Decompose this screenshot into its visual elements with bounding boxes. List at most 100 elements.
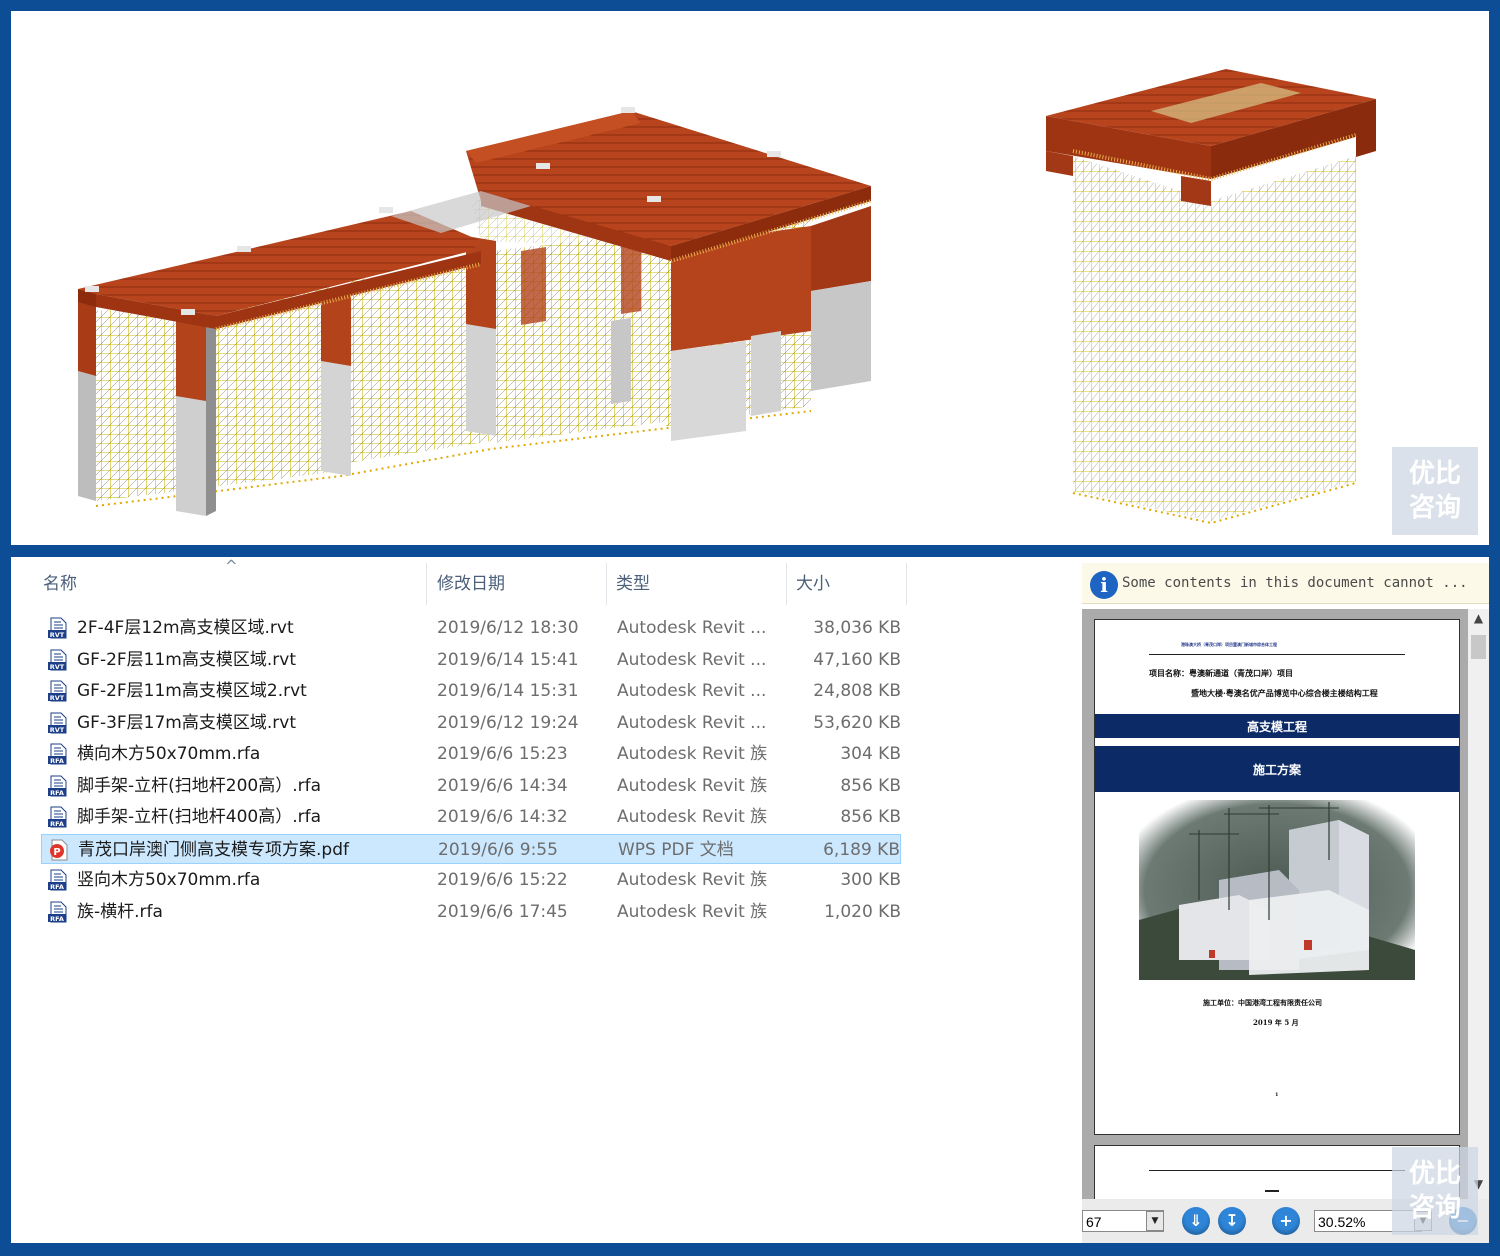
- file-type: Autodesk Revit ...: [617, 712, 767, 733]
- file-row[interactable]: RFA 竖向木方50x70mm.rfa 2019/6/6 15:22 Autodesk…: [41, 865, 901, 895]
- svg-text:RFA: RFA: [50, 820, 64, 828]
- page-project-line2: 暨地大楼·粤澳名优产品博览中心综合楼主楼结构工程: [1191, 688, 1378, 698]
- file-row[interactable]: RFA 族-横杆.rfa 2019/6/6 17:45 Autodesk Revit …: [41, 897, 901, 927]
- revit-family-file-icon: RFA: [47, 775, 69, 797]
- file-size: 38,036 KB: [813, 618, 901, 638]
- file-name: 2F-4F层12m高支模区域.rvt: [77, 618, 294, 638]
- file-list: ^ 名称 修改日期 类型 大小 RVT 2F-4F层12m高支模区域.rvt 201…: [11, 557, 916, 1243]
- file-date: 2019/6/6 17:45: [437, 901, 568, 922]
- file-size: 856 KB: [840, 807, 901, 827]
- column-divider[interactable]: [786, 563, 787, 605]
- file-name: 脚手架-立杆(扫地杆400高）.rfa: [77, 807, 322, 827]
- file-size: 304 KB: [840, 744, 901, 764]
- formwork-model-illustration: [78, 69, 1376, 525]
- info-bar: i Some contents in this document cannot …: [1082, 563, 1489, 604]
- revit-family-file-icon: RFA: [47, 743, 69, 765]
- last-page-button[interactable]: ↧: [1218, 1207, 1246, 1235]
- column-header-name-label: 名称: [43, 574, 77, 594]
- column-header-date-label: 修改日期: [437, 574, 505, 594]
- scroll-up-icon[interactable]: ▲: [1468, 611, 1489, 625]
- page-dropdown-icon[interactable]: ▼: [1146, 1211, 1164, 1231]
- file-type: Autodesk Revit ...: [617, 681, 767, 701]
- column-header-size[interactable]: 大小: [796, 557, 906, 607]
- file-date: 2019/6/14 15:31: [437, 681, 579, 701]
- pdf-viewer[interactable]: 港珠澳大桥（青茂口岸）项目暨澳门新城市综合体工程 项目名称：粤澳新通道（青茂口岸…: [1082, 609, 1489, 1227]
- column-divider[interactable]: [906, 563, 907, 605]
- info-icon: i: [1090, 571, 1118, 599]
- file-row[interactable]: RFA 横向木方50x70mm.rfa 2019/6/6 15:23 Autodesk…: [41, 739, 901, 769]
- file-row[interactable]: RVT 2F-4F层12m高支模区域.rvt 2019/6/12 18:30 Auto…: [41, 613, 901, 643]
- scroll-thumb[interactable]: [1471, 635, 1486, 659]
- revit-project-file-icon: RVT: [47, 680, 69, 702]
- column-header-type-label: 类型: [616, 574, 650, 594]
- file-type: Autodesk Revit 族: [617, 807, 768, 827]
- svg-text:RFA: RFA: [50, 915, 64, 923]
- svg-text:RVT: RVT: [50, 694, 65, 702]
- file-size: 6,189 KB: [823, 839, 900, 860]
- watermark-line2: 咨询: [1408, 493, 1461, 523]
- file-row[interactable]: RFA 脚手架-立杆(扫地杆400高）.rfa 2019/6/6 14:32 Auto…: [41, 802, 901, 832]
- file-type: Autodesk Revit 族: [617, 775, 768, 796]
- svg-text:RVT: RVT: [50, 631, 65, 639]
- file-date: 2019/6/14 15:41: [437, 649, 579, 670]
- pdf-page-1: 港珠澳大桥（青茂口岸）项目暨澳门新城市综合体工程 项目名称：粤澳新通道（青茂口岸…: [1094, 619, 1460, 1135]
- page-number: 1: [1275, 1092, 1279, 1098]
- column-header-type[interactable]: 类型: [616, 557, 786, 607]
- title-band-2: 施工方案: [1095, 746, 1459, 792]
- page-company: 施工单位：中国港湾工程有限责任公司: [1203, 998, 1322, 1007]
- next-page-button[interactable]: ⇓: [1182, 1207, 1210, 1235]
- file-size: 300 KB: [840, 870, 901, 890]
- watermark-line1: 优比: [1408, 459, 1461, 489]
- pdf-file-icon: P: [48, 839, 70, 861]
- svg-text:RVT: RVT: [50, 726, 65, 734]
- column-header-date[interactable]: 修改日期: [437, 557, 607, 607]
- watermark-line1: 优比: [1408, 1159, 1461, 1189]
- file-size: 1,020 KB: [824, 901, 901, 922]
- file-type: Autodesk Revit 族: [617, 744, 768, 764]
- page-project-line1: 项目名称：粤澳新通道（青茂口岸）项目: [1149, 668, 1293, 678]
- column-header-name[interactable]: 名称: [43, 557, 423, 607]
- zoom-in-button[interactable]: +: [1272, 1207, 1300, 1235]
- page-header-small: 港珠澳大桥（青茂口岸）项目暨澳门新城市综合体工程: [1181, 642, 1277, 647]
- pdf-preview-pane: i Some contents in this document cannot …: [1082, 557, 1489, 1243]
- svg-text:P: P: [53, 847, 60, 858]
- file-row[interactable]: RVT GF-2F层11m高支模区域2.rvt 2019/6/14 15:31 Aut…: [41, 676, 901, 706]
- file-date: 2019/6/6 15:23: [437, 744, 568, 764]
- band1-text: 高支模工程: [1246, 720, 1307, 734]
- file-row[interactable]: RFA 脚手架-立杆(扫地杆200高）.rfa 2019/6/6 14:34 Auto…: [41, 771, 901, 801]
- file-name: 青茂口岸澳门侧高支模专项方案.pdf: [78, 839, 349, 860]
- svg-text:RFA: RFA: [50, 789, 64, 797]
- cover-rendering-image: [1139, 800, 1415, 980]
- revit-project-file-icon: RVT: [47, 617, 69, 639]
- column-header-size-label: 大小: [796, 574, 830, 594]
- svg-text:RFA: RFA: [50, 883, 64, 891]
- revit-family-file-icon: RFA: [47, 806, 69, 828]
- svg-text:RVT: RVT: [50, 663, 65, 671]
- file-type: Autodesk Revit 族: [617, 901, 768, 922]
- revit-family-file-icon: RFA: [47, 869, 69, 891]
- watermark-top: 优比 咨询: [1392, 447, 1478, 535]
- file-size: 53,620 KB: [813, 712, 901, 733]
- file-date: 2019/6/6 14:34: [437, 775, 568, 796]
- file-name: 竖向木方50x70mm.rfa: [77, 870, 261, 890]
- file-type: Autodesk Revit 族: [617, 870, 768, 890]
- file-name: 脚手架-立杆(扫地杆200高）.rfa: [77, 775, 322, 796]
- info-bar-text: Some contents in this document cannot ..…: [1122, 575, 1468, 591]
- file-row[interactable]: RVT GF-3F层17m高支模区域.rvt 2019/6/12 19:24 Auto…: [41, 708, 901, 738]
- model-render-panel: 优比 咨询: [11, 11, 1489, 545]
- band2-text: 施工方案: [1252, 763, 1301, 777]
- file-date: 2019/6/6 14:32: [437, 807, 568, 827]
- column-divider[interactable]: [426, 563, 427, 605]
- preview-vertical-scrollbar[interactable]: ▲ ▼: [1468, 609, 1489, 1199]
- column-divider[interactable]: [606, 563, 607, 605]
- file-row[interactable]: P 青茂口岸澳门侧高支模专项方案.pdf 2019/6/6 9:55 WPS PDF …: [41, 833, 901, 864]
- watermark-line2: 咨询: [1408, 1193, 1461, 1223]
- file-type: Autodesk Revit ...: [617, 618, 767, 638]
- revit-family-file-icon: RFA: [47, 901, 69, 923]
- file-name: 横向木方50x70mm.rfa: [77, 744, 261, 764]
- page-date: 2019 年 5 月: [1253, 1018, 1299, 1027]
- title-band-1: 高支模工程: [1095, 714, 1459, 738]
- file-row[interactable]: RVT GF-2F层11m高支模区域.rvt 2019/6/14 15:41 Auto…: [41, 645, 901, 675]
- svg-text:RFA: RFA: [50, 757, 64, 765]
- file-date: 2019/6/6 15:22: [437, 870, 568, 890]
